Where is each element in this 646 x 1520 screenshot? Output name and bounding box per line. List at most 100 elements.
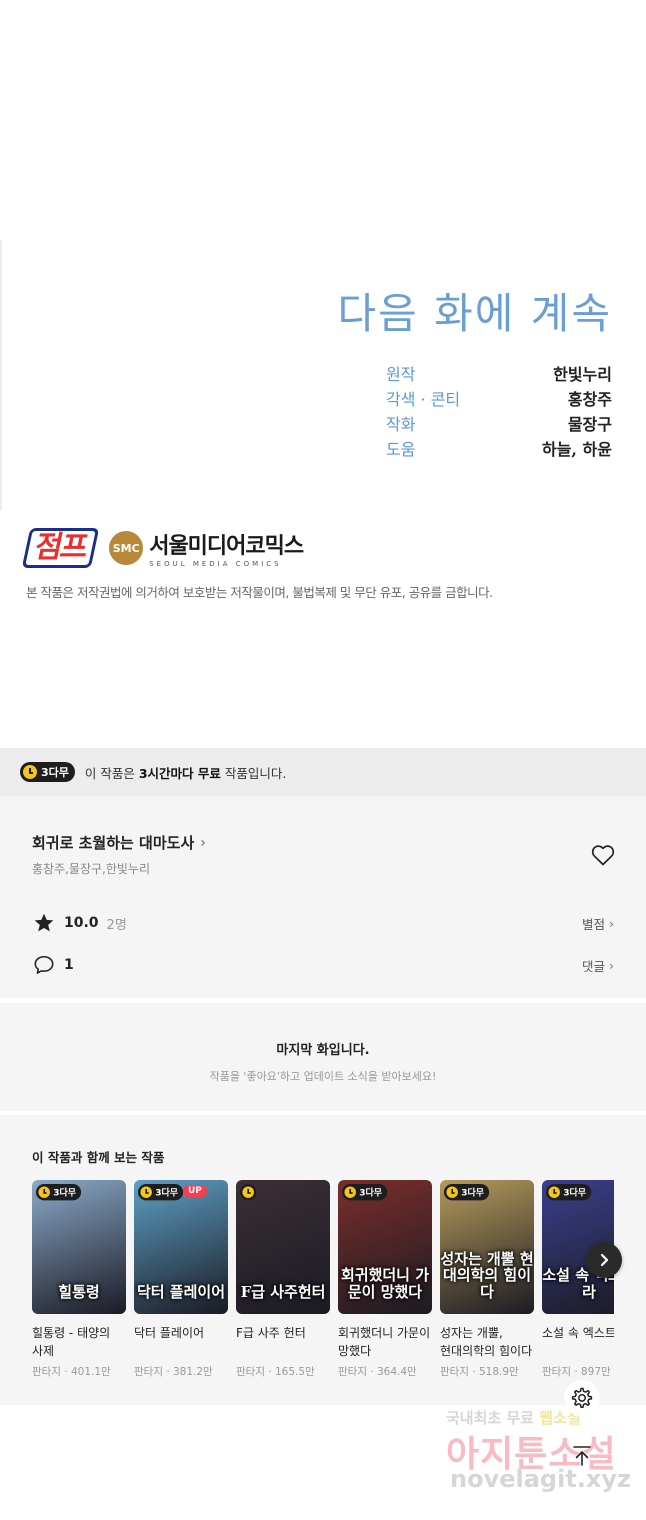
last-episode-subtitle: 작품을 '좋아요'하고 업데이트 소식을 받아보세요!	[209, 1070, 437, 1083]
credit-row: 작화 물장구	[386, 410, 612, 435]
smc-subtitle: SEOUL MEDIA COMICS	[149, 560, 282, 568]
free-notice-highlight: 3시간마다 무료	[138, 765, 221, 781]
credit-name: 홍창주	[567, 389, 612, 409]
comment-link[interactable]: 댓글 ›	[582, 956, 614, 975]
clock-icon	[344, 1186, 356, 1198]
jump-logo: 점프	[21, 528, 100, 568]
rating-count: 2명	[106, 917, 127, 933]
cover-thumbnail: 3다무 힐통령	[32, 1180, 126, 1314]
comment-row: 1 댓글 ›	[32, 952, 614, 978]
series-title: 회귀로 초월하는 대마도사	[32, 834, 195, 852]
cover-thumbnail: 3다무 UP 닥터 플레이어	[134, 1180, 228, 1314]
arrow-up-icon	[573, 1446, 591, 1466]
recommendation-card[interactable]: 3다무 힐통령 힐통령 - 태양의 사제 판타지 · 401.1만	[32, 1180, 126, 1379]
wait-free-badge: 3다무	[36, 1184, 82, 1201]
recommendation-meta: 판타지 · 401.1만	[32, 1366, 111, 1378]
recommendation-meta: 판타지 · 381.2만	[134, 1366, 213, 1378]
last-episode-box: 마지막 화입니다. 작품을 '좋아요'하고 업데이트 소식을 받아보세요!	[0, 1003, 646, 1111]
clock-icon	[548, 1186, 560, 1198]
recommendation-meta: 판타지 · 165.5만	[236, 1366, 315, 1378]
wait-free-badge	[240, 1184, 257, 1201]
credit-name: 하늘, 하윤	[541, 439, 612, 459]
series-authors: 홍창주,물장구,한빛누리	[32, 862, 151, 876]
rating-link[interactable]: 별점 ›	[582, 914, 614, 933]
recommendation-name: 성자는 개뿔, 현대의학의 힘이다	[440, 1326, 533, 1358]
badge-label: 3다무	[155, 1187, 179, 1198]
badge-label: 3다무	[53, 1187, 77, 1198]
wait-free-badge: 3다무	[546, 1184, 592, 1201]
cover-thumbnail: 3다무 성자는 개뿔 현대의학의 힘이다	[440, 1180, 534, 1314]
credit-row: 각색 · 콘티 홍창주	[386, 385, 612, 410]
rating-link-label: 별점	[581, 916, 605, 932]
credit-name: 물장구	[567, 414, 612, 434]
free-notice-text: 이 작품은 3시간마다 무료 작품입니다.	[85, 763, 286, 782]
recommendation-meta: 판타지 · 518.9만	[440, 1366, 519, 1378]
watermark-line3: novelagit.xyz	[450, 1465, 632, 1493]
chevron-right-icon: ›	[609, 957, 614, 973]
cover-title: 회귀했더니 가문이 망했다	[340, 1266, 430, 1301]
recommendation-name: 힐통령 - 태양의 사제	[32, 1326, 111, 1358]
wait-free-badge: 3다무	[342, 1184, 388, 1201]
free-notice-bar: 3다무 이 작품은 3시간마다 무료 작품입니다.	[0, 748, 646, 796]
panel-edge	[0, 240, 2, 510]
recommendation-card[interactable]: 3다무 성자는 개뿔 현대의학의 힘이다 성자는 개뿔, 현대의학의 힘이다 판…	[440, 1180, 534, 1379]
credit-role: 원작	[386, 364, 416, 384]
recommendation-list[interactable]: 3다무 힐통령 힐통령 - 태양의 사제 판타지 · 401.1만 3다무 UP…	[32, 1180, 614, 1395]
recommendation-name: 닥터 플레이어	[134, 1326, 205, 1340]
recommendation-card[interactable]: 3다무 회귀했더니 가문이 망했다 회귀했더니 가문이 망했다 판타지 · 36…	[338, 1180, 432, 1379]
clock-icon	[23, 765, 37, 779]
wait-free-badge: 3다무	[138, 1184, 184, 1201]
free-notice-suffix: 작품입니다.	[220, 765, 287, 781]
clock-icon	[242, 1186, 254, 1198]
scroll-top-button[interactable]	[564, 1438, 600, 1474]
continue-title: 다음 화에 계속	[337, 289, 612, 338]
clock-icon	[140, 1186, 152, 1198]
credits-list: 원작 한빛누리 각색 · 콘티 홍창주 작화 물장구 도움 하늘, 하윤	[386, 360, 612, 460]
smc-wordmark: 서울미디어코믹스 SEOUL MEDIA COMICS	[149, 528, 304, 568]
star-icon	[32, 911, 56, 935]
comic-last-panel: 다음 화에 계속 원작 한빛누리 각색 · 콘티 홍창주 작화 물장구 도움 하…	[0, 0, 646, 748]
badge-label: 3다무	[41, 766, 69, 779]
badge-label: 3다무	[359, 1187, 383, 1198]
speech-bubble-icon	[32, 953, 56, 977]
cover-title: F급 사주헌터	[240, 1282, 326, 1301]
credit-role: 각색 · 콘티	[386, 389, 461, 409]
copyright-notice: 본 작품은 저작권법에 의거하여 보호받는 저작물이며, 불법복제 및 무단 유…	[26, 585, 493, 600]
recommendation-meta: 판타지 · 897만	[542, 1366, 611, 1378]
credit-row: 원작 한빛누리	[386, 360, 612, 385]
credit-row: 도움 하늘, 하윤	[386, 435, 612, 460]
recommendation-card[interactable]: 3다무 소설 속 엑스트라 소설 속 엑스트 판타지 · 897만	[542, 1180, 614, 1379]
recommendation-card[interactable]: F급 사주헌터 F급 사주 헌터 판타지 · 165.5만	[236, 1180, 330, 1379]
recommendation-name: F급 사주 헌터	[236, 1326, 306, 1340]
rating-score: 10.0	[64, 915, 99, 931]
recommendation-title: 이 작품과 함께 보는 작품	[32, 1150, 165, 1165]
cover-thumbnail: F급 사주헌터	[236, 1180, 330, 1314]
badge-label: 3다무	[461, 1187, 485, 1198]
chevron-right-icon: ›	[200, 834, 206, 851]
cover-thumbnail: 3다무 회귀했더니 가문이 망했다	[338, 1180, 432, 1314]
comment-count: 1	[64, 957, 74, 973]
smc-emblem-logo: SMC	[109, 531, 144, 565]
rating-row: 10.0 2명 별점 ›	[32, 910, 614, 936]
last-episode-title: 마지막 화입니다.	[276, 1043, 370, 1058]
recommendation-section: 이 작품과 함께 보는 작품 3다무 힐통령 힐통령 - 태양의 사제 판타지 …	[0, 1115, 646, 1405]
chevron-right-icon	[600, 1253, 609, 1267]
credit-name: 한빛누리	[553, 364, 612, 384]
publisher-logos: 점프 SMC 서울미디어코믹스 SEOUL MEDIA COMICS	[21, 528, 304, 568]
recommendation-name: 소설 속 엑스트	[542, 1326, 614, 1340]
wait-free-badge: 3다무	[444, 1184, 490, 1201]
like-button[interactable]	[590, 842, 616, 868]
recommendation-name: 회귀했더니 가문이 망했다	[338, 1326, 431, 1358]
free-notice-prefix: 이 작품은	[84, 765, 139, 781]
comment-link-label: 댓글	[581, 958, 605, 974]
credit-role: 도움	[386, 439, 416, 459]
settings-button[interactable]	[564, 1380, 600, 1416]
carousel-next-button[interactable]	[586, 1242, 622, 1278]
clock-icon	[38, 1186, 50, 1198]
series-title-link[interactable]: 회귀로 초월하는 대마도사 ›	[32, 832, 206, 853]
recommendation-card[interactable]: 3다무 UP 닥터 플레이어 닥터 플레이어 판타지 · 381.2만	[134, 1180, 228, 1379]
smc-name: 서울미디어코믹스	[149, 534, 304, 559]
heart-outline-icon	[591, 845, 615, 866]
cover-title: 성자는 개뿔 현대의학의 힘이다	[440, 1249, 534, 1301]
badge-label: 3다무	[563, 1187, 587, 1198]
